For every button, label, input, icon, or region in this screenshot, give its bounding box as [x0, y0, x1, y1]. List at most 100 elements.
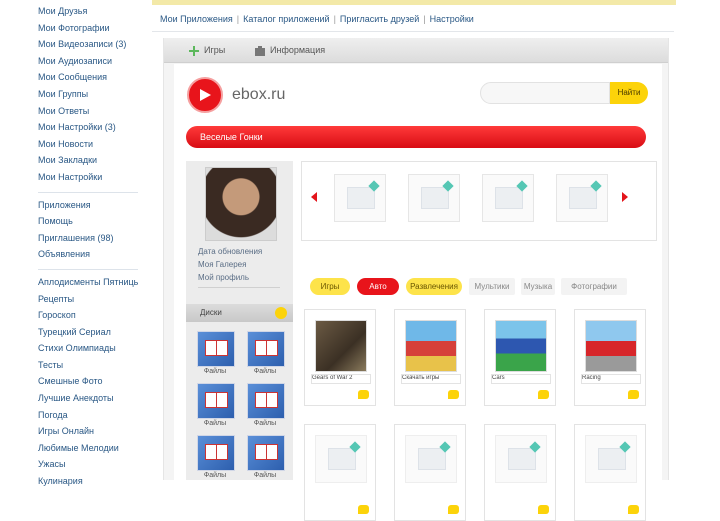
rating-icon[interactable]: [628, 390, 639, 399]
carousel-item[interactable]: [482, 174, 534, 222]
filter-fun[interactable]: Развлечения: [406, 278, 462, 295]
game-title: Racing: [581, 374, 641, 384]
filter-photos[interactable]: Фотографии: [561, 278, 627, 295]
avatar[interactable]: [205, 167, 277, 241]
sidebar-item[interactable]: Кулинария: [38, 473, 138, 490]
document-icon: [216, 392, 228, 408]
briefcase-icon: [254, 45, 266, 57]
sidebar-item[interactable]: Стихи Олимпиады: [38, 340, 138, 357]
filter-music[interactable]: Музыка: [521, 278, 555, 295]
filter-auto[interactable]: Авто: [357, 278, 399, 295]
rating-icon[interactable]: [538, 390, 549, 399]
breadcrumb: Мои Приложения | Каталог приложений | Пригла…: [160, 14, 670, 28]
sidebar-item[interactable]: Любимые Мелодии: [38, 440, 138, 457]
rating-icon[interactable]: [538, 505, 549, 514]
play-icon: [200, 89, 211, 101]
carousel-item[interactable]: [334, 174, 386, 222]
sidebar-item[interactable]: Мои Закладки: [38, 152, 138, 169]
sidebar-item[interactable]: Мои Настройки (3): [38, 119, 138, 136]
rating-icon[interactable]: [358, 505, 369, 514]
game-card[interactable]: Gears of War 2: [304, 309, 376, 406]
sidebar-item[interactable]: Тесты: [38, 357, 138, 374]
game-card[interactable]: Cars: [484, 309, 556, 406]
file-label: Файлы: [253, 420, 277, 427]
rating-icon[interactable]: [358, 390, 369, 399]
game-card[interactable]: Racing: [574, 309, 646, 406]
sidebar-item[interactable]: Мои Новости: [38, 136, 138, 153]
file-thumbnail[interactable]: [247, 383, 285, 419]
profile-link-gallery[interactable]: Моя Галерея: [198, 260, 246, 269]
breadcrumb-catalog[interactable]: Каталог приложений: [243, 14, 329, 24]
info-toolbar-button[interactable]: Информация: [254, 42, 325, 58]
game-title: Gears of War 2: [311, 374, 371, 384]
image-placeholder-icon: [495, 187, 523, 209]
document-icon: [266, 392, 278, 408]
files-title: Диски: [200, 308, 222, 317]
breadcrumb-invite[interactable]: Пригласить друзей: [340, 14, 419, 24]
profile-link-profile[interactable]: Мой профиль: [198, 273, 249, 282]
rating-icon[interactable]: [628, 505, 639, 514]
sidebar-item[interactable]: Мои Аудиозаписи: [38, 53, 138, 70]
rating-icon[interactable]: [448, 390, 459, 399]
carousel-item[interactable]: [556, 174, 608, 222]
profile-panel: Дата обновления Моя Галерея Мой профиль …: [186, 161, 293, 480]
game-card[interactable]: Скачать игры: [394, 309, 466, 406]
sidebar-item[interactable]: Приглашения (98): [38, 230, 138, 247]
sidebar-item[interactable]: Мои Видеозаписи (3): [38, 36, 138, 53]
sidebar-item[interactable]: Мои Сообщения: [38, 69, 138, 86]
document-icon: [266, 444, 278, 460]
app-content: ebox.ru Найти Веселые Гонки Дата обновле…: [174, 64, 662, 521]
sidebar-item[interactable]: Мои Группы: [38, 86, 138, 103]
game-title: Cars: [491, 374, 551, 384]
sidebar-divider: [38, 186, 138, 193]
games-toolbar-button[interactable]: Игры: [188, 42, 225, 58]
file-label: Файлы: [203, 420, 227, 427]
image-placeholder-icon: [508, 448, 536, 470]
sidebar-item[interactable]: Мои Ответы: [38, 103, 138, 120]
sidebar-item[interactable]: Смешные Фото: [38, 373, 138, 390]
game-card[interactable]: [484, 424, 556, 521]
search-input[interactable]: [480, 82, 610, 104]
file-thumbnail[interactable]: [247, 435, 285, 471]
breadcrumb-separator: |: [423, 14, 426, 24]
profile-link-updated[interactable]: Дата обновления: [198, 247, 262, 256]
rating-icon[interactable]: [448, 505, 459, 514]
carousel-prev-icon[interactable]: [311, 192, 317, 202]
game-card[interactable]: [574, 424, 646, 521]
game-title: Скачать игры: [401, 374, 461, 384]
sidebar-item[interactable]: Погода: [38, 407, 138, 424]
game-image: [495, 320, 547, 372]
filter-games[interactable]: Игры: [310, 278, 350, 295]
search-button[interactable]: Найти: [610, 82, 648, 104]
files-expand-button[interactable]: [275, 307, 287, 319]
file-thumbnail[interactable]: [197, 383, 235, 419]
sidebar-item[interactable]: Игры Онлайн: [38, 423, 138, 440]
left-sidebar: Мои Друзья Мои Фотографии Мои Видеозаписи …: [0, 0, 150, 486]
breadcrumb-settings[interactable]: Настройки: [430, 14, 474, 24]
image-placeholder-icon: [347, 187, 375, 209]
sidebar-item[interactable]: Турецкий Сериал: [38, 324, 138, 341]
file-label: Файлы: [203, 368, 227, 375]
sidebar-item[interactable]: Мои Друзья: [38, 3, 138, 20]
info-toolbar-label: Информация: [270, 45, 326, 55]
sidebar-item[interactable]: Ужасы: [38, 456, 138, 473]
breadcrumb-my-apps[interactable]: Мои Приложения: [160, 14, 233, 24]
game-card[interactable]: [394, 424, 466, 521]
carousel-next-icon[interactable]: [622, 192, 628, 202]
sidebar-item[interactable]: Объявления: [38, 246, 138, 263]
sidebar-item[interactable]: Гороскоп: [38, 307, 138, 324]
site-logo[interactable]: [187, 77, 223, 113]
file-thumbnail[interactable]: [247, 331, 285, 367]
file-thumbnail[interactable]: [197, 331, 235, 367]
game-card[interactable]: [304, 424, 376, 521]
sidebar-item[interactable]: Мои Настройки: [38, 169, 138, 186]
sidebar-item[interactable]: Лучшие Анекдоты: [38, 390, 138, 407]
sidebar-item[interactable]: Приложения: [38, 197, 138, 214]
sidebar-item[interactable]: Мои Фотографии: [38, 20, 138, 37]
file-thumbnail[interactable]: [197, 435, 235, 471]
sidebar-item[interactable]: Рецепты: [38, 291, 138, 308]
sidebar-item[interactable]: Помощь: [38, 213, 138, 230]
filter-cartoons[interactable]: Мультики: [469, 278, 515, 295]
carousel-item[interactable]: [408, 174, 460, 222]
sidebar-item[interactable]: Аплодисменты Пятницы: [38, 274, 138, 291]
